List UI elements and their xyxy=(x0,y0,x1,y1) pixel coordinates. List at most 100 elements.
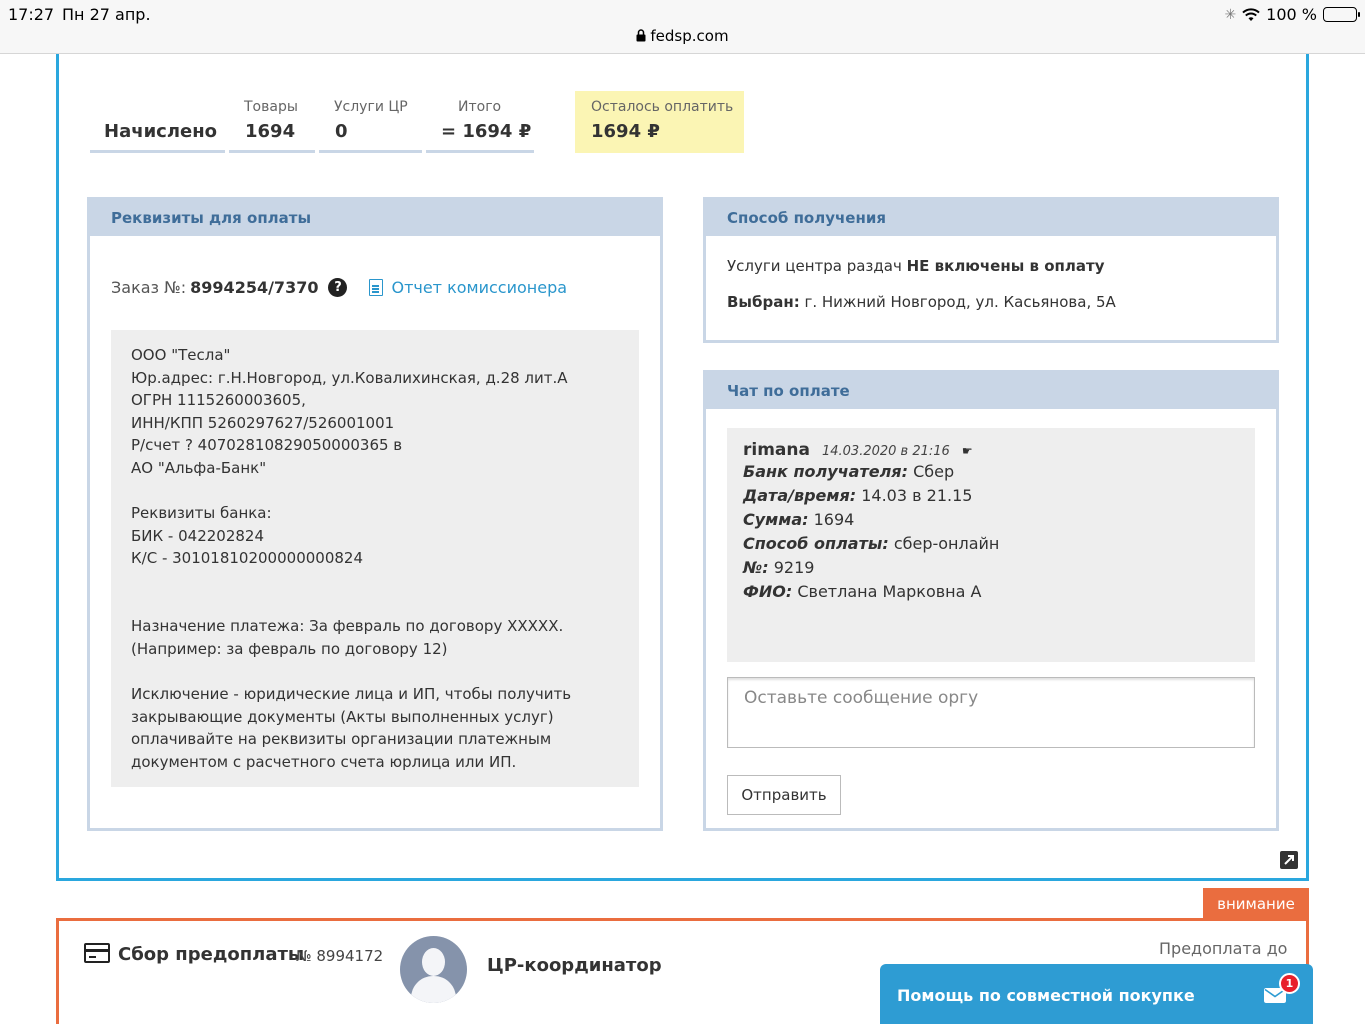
address-bar[interactable]: fedsp.com xyxy=(0,27,1365,45)
requisites-line: (Например: за февраль по договору 12) xyxy=(131,639,448,658)
message-field: Дата/время: 14.03 в 21.15 xyxy=(743,484,1239,508)
total-value: = 1694 ₽ xyxy=(441,121,532,142)
message-field-value: 9219 xyxy=(773,558,815,577)
delivery-panel: Способ получения Услуги центра раздач НЕ… xyxy=(703,197,1279,343)
totals-remaining: Осталось оплатить 1694 ₽ xyxy=(575,91,744,153)
message-field: Банк получателя: Сбер xyxy=(743,460,1239,484)
commissioner-report-link[interactable]: Отчет комиссионера xyxy=(369,278,567,297)
requisites-line: Исключение - юридические лица и ИП, чтоб… xyxy=(131,684,572,703)
send-button[interactable]: Отправить xyxy=(727,775,841,815)
battery-percent: 100 % xyxy=(1266,5,1317,24)
chat-message-input[interactable] xyxy=(727,677,1255,748)
chat-message: rimana 14.03.2020 в 21:16 ☛ Банк получат… xyxy=(727,428,1255,662)
requisites-line: Юр.адрес: г.Н.Новгород, ул.Ковалихинская… xyxy=(131,368,568,387)
requisites-title: Реквизиты для оплаты xyxy=(90,200,660,236)
delivery-selected: Выбран: г. Нижний Новгород, ул. Касьянов… xyxy=(727,293,1116,311)
requisites-line: документом с расчетного счета юрлица или… xyxy=(131,752,517,771)
question-icon[interactable]: ? xyxy=(328,278,348,297)
totals-services: Услуги ЦР 0 xyxy=(319,91,422,153)
message-field-value: 14.03 в 21.15 xyxy=(861,486,973,505)
attention-tab[interactable]: внимание xyxy=(1203,888,1309,920)
prepayment-title: Сбор предоплаты xyxy=(118,944,305,965)
payment-chat-panel: Чат по оплате rimana 14.03.2020 в 21:16 … xyxy=(703,370,1279,831)
order-number: 8994254/7370 xyxy=(190,278,319,297)
message-field-label: Дата/время: xyxy=(743,486,857,505)
order-line: Заказ №: 8994254/7370 ? Отчет комиссионе… xyxy=(111,278,567,297)
requisites-line: ОГРН 1115260003605, xyxy=(131,391,306,410)
requisites-line: АО "Альфа-Банк" xyxy=(131,458,267,477)
total-label: Итого xyxy=(458,99,502,115)
prepayment-number: № 8994172 xyxy=(296,947,384,965)
remaining-value: 1694 ₽ xyxy=(591,121,660,142)
message-field-value: 1694 xyxy=(813,510,855,529)
requisites-line xyxy=(131,593,619,616)
requisites-line: ИНН/КПП 5260297627/526001001 xyxy=(131,413,395,432)
services-value: 0 xyxy=(335,121,348,142)
message-field-value: Светлана Марковна А xyxy=(797,582,982,601)
message-field-value: сбер-онлайн xyxy=(893,534,1000,553)
delivery-title: Способ получения xyxy=(706,200,1276,236)
battery-icon xyxy=(1323,7,1360,22)
credit-card-icon xyxy=(84,943,110,963)
selected-label: Выбран: xyxy=(727,293,800,311)
requisites-line xyxy=(131,480,619,503)
services-label: Услуги ЦР xyxy=(334,99,408,115)
message-field-label: ФИО: xyxy=(743,582,793,601)
message-field: Сумма: 1694 xyxy=(743,508,1239,532)
wifi-icon xyxy=(1242,7,1260,21)
goods-value: 1694 xyxy=(245,121,296,142)
chat-title: Чат по оплате xyxy=(706,373,1276,409)
requisites-line: К/С - 30101810200000000824 xyxy=(131,549,363,568)
purchase-help-widget[interactable]: Помощь по совместной покупке 1 xyxy=(880,964,1313,1024)
notification-badge: 1 xyxy=(1279,973,1300,994)
totals-total: Итого = 1694 ₽ xyxy=(426,91,534,153)
requisites-line: БИК - 042202824 xyxy=(131,526,265,545)
message-author[interactable]: rimana xyxy=(743,440,810,460)
message-field-label: Сумма: xyxy=(743,510,809,529)
message-field-label: Банк получателя: xyxy=(743,462,908,481)
requisites-line: Назначение платежа: За февраль по догово… xyxy=(131,617,564,636)
lock-icon xyxy=(636,29,646,42)
delivery-services-note: Услуги центра раздач НЕ включены в оплат… xyxy=(727,257,1104,275)
charged-label: Начислено xyxy=(104,121,218,142)
services-note-bold: НЕ включены в оплату xyxy=(906,257,1105,275)
coordinator-label: ЦР-координатор xyxy=(487,955,662,976)
pointing-hand-icon[interactable]: ☛ xyxy=(962,444,973,458)
services-note-prefix: Услуги центра раздач xyxy=(727,257,902,275)
avatar[interactable] xyxy=(400,936,467,1003)
help-widget-label: Помощь по совместной покупке xyxy=(897,986,1195,1005)
clock-time: 17:27 xyxy=(8,5,55,24)
message-field-value: Сбер xyxy=(913,462,955,481)
requisites-text: ООО "Тесла" Юр.адрес: г.Н.Новгород, ул.Ко… xyxy=(111,330,639,787)
commissioner-report-label: Отчет комиссионера xyxy=(391,278,568,297)
requisites-line: ООО "Тесла" xyxy=(131,346,231,364)
browser-status-bar: 17:27 Пн 27 апр. ✳ 100 % fedsp.com xyxy=(0,0,1365,54)
requisites-panel: Реквизиты для оплаты Заказ №: 8994254/73… xyxy=(87,197,663,831)
message-field: №: 9219 xyxy=(743,556,1239,580)
message-field-label: Способ оплаты: xyxy=(743,534,889,553)
requisites-line: Реквизиты банка: xyxy=(131,504,272,523)
document-icon xyxy=(369,279,384,296)
requisites-line: Р/счет ? 40702810829050000365 в xyxy=(131,436,403,455)
message-field-label: №: xyxy=(743,558,769,577)
requisites-line xyxy=(131,570,619,593)
totals-charged: Начислено xyxy=(90,91,225,153)
selected-address: г. Нижний Новгород, ул. Касьянова, 5А xyxy=(804,293,1116,311)
message-timestamp: 14.03.2020 в 21:16 xyxy=(821,444,950,459)
order-label: Заказ №: xyxy=(111,278,187,297)
expand-icon[interactable] xyxy=(1280,851,1298,869)
requisites-line: оплачивайте на реквизиты организации пла… xyxy=(131,730,552,749)
requisites-line xyxy=(131,660,619,683)
url-text: fedsp.com xyxy=(650,27,729,45)
system-indicators: ✳ 100 % xyxy=(1224,5,1360,24)
message-field: Способ оплаты: сбер-онлайн xyxy=(743,532,1239,556)
totals-goods: Товары 1694 xyxy=(229,91,315,153)
remaining-label: Осталось оплатить xyxy=(591,99,734,115)
goods-label: Товары xyxy=(244,99,298,115)
loading-spinner-icon: ✳ xyxy=(1224,6,1237,23)
clock-date: Пн 27 апр. xyxy=(62,5,151,24)
message-field: ФИО: Светлана Марковна А xyxy=(743,580,1239,604)
message-body: Банк получателя: Сбер Дата/время: 14.03 в… xyxy=(743,460,1239,604)
requisites-line: закрывающие документы (Акты выполненных … xyxy=(131,707,554,726)
prepayment-until-label: Предоплата до xyxy=(1159,939,1288,958)
